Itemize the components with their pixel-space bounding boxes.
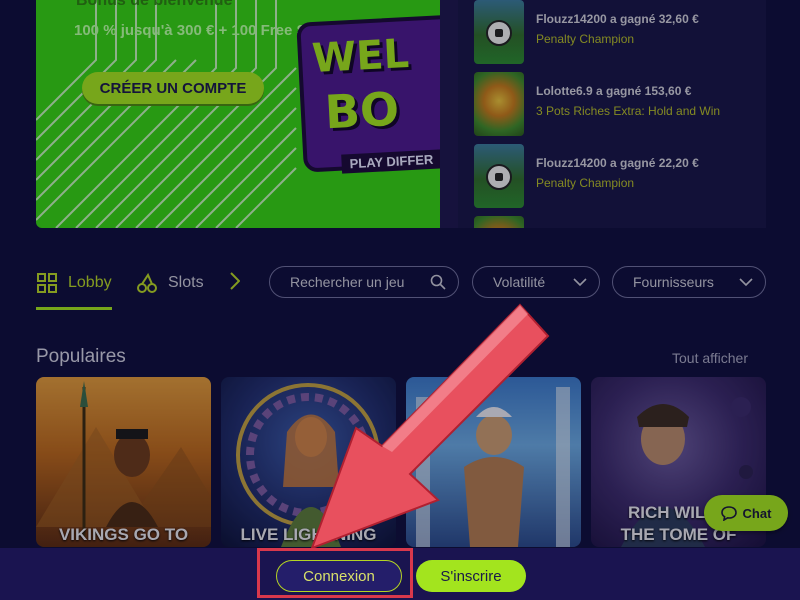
tab-slots[interactable]: Slots: [136, 268, 204, 298]
section-title-popular: Populaires: [36, 346, 126, 367]
lobby-grid-icon: [37, 273, 57, 293]
create-account-button[interactable]: CRÉER UN COMPTE: [82, 72, 264, 104]
see-all-link[interactable]: Tout afficher: [672, 350, 748, 366]
chat-button[interactable]: Chat: [704, 495, 788, 531]
tab-slots-label: Slots: [168, 274, 204, 291]
game-card-title: LIVE LIGHTNING: [240, 525, 377, 544]
game-thumbnail-pots: [474, 72, 524, 136]
game-card-live-lightning[interactable]: LIVE LIGHTNING: [221, 377, 396, 547]
game-artwork-roulette: [236, 383, 380, 547]
search-input[interactable]: Rechercher un jeu: [269, 266, 459, 298]
winner-item[interactable]: Flouzz14200 a gagné 22,20 € Penalty Cham…: [474, 144, 764, 208]
tab-lobby[interactable]: Lobby: [36, 268, 112, 298]
chat-label: Chat: [742, 505, 772, 521]
volatility-label: Volatilité: [493, 274, 546, 290]
soccer-ball-icon: [486, 164, 512, 190]
chevron-down-icon: [573, 278, 587, 287]
artwork-text-1: WEL: [310, 30, 411, 82]
game-artwork-warrior: [416, 387, 570, 547]
promo-edge: [440, 0, 458, 228]
game-card-greek-god[interactable]: [406, 377, 581, 547]
winner-game-link[interactable]: 3 Pots Riches Extra: Hold and Win: [536, 104, 720, 118]
winner-item[interactable]: Flouzz14200 a gagné 32,60 € Penalty Cham…: [474, 0, 764, 64]
login-highlight-box: [257, 548, 413, 598]
active-tab-indicator: [36, 307, 112, 310]
winner-text: Flouzz14200 a gagné 22,20 €: [536, 156, 699, 170]
search-icon: [430, 274, 446, 290]
promo-banner[interactable]: Bonus de bienvenue 100 % jusqu'à 300 € +…: [36, 0, 458, 228]
volatility-dropdown[interactable]: Volatilité: [472, 266, 600, 298]
game-artwork-egypt: [36, 381, 211, 537]
game-thumbnail-partial: [474, 216, 524, 228]
winner-text: Lolotte6.9 a gagné 153,60 €: [536, 84, 692, 98]
game-thumbnail-soccer: [474, 144, 524, 208]
winner-text: Flouzz14200 a gagné 32,60 €: [536, 12, 699, 26]
winner-item-partial[interactable]: [474, 216, 764, 228]
soccer-ball-icon: [486, 20, 512, 46]
signup-button[interactable]: S'inscrire: [416, 560, 526, 592]
chat-bubble-icon: [720, 506, 737, 521]
artwork-text-2: BO: [323, 81, 401, 140]
chevron-down-icon: [739, 278, 753, 287]
nav-scroll-right-icon[interactable]: [230, 272, 240, 290]
winner-game-link[interactable]: Penalty Champion: [536, 32, 634, 46]
recent-winners-feed: Flouzz14200 a gagné 32,60 € Penalty Cham…: [458, 0, 766, 228]
game-thumbnail-soccer: [474, 0, 524, 64]
tab-lobby-label: Lobby: [68, 274, 112, 291]
winner-game-link[interactable]: Penalty Champion: [536, 176, 634, 190]
winner-item[interactable]: Lolotte6.9 a gagné 153,60 € 3 Pots Riche…: [474, 72, 764, 136]
game-card-title: VIKINGS GO TO: [58, 525, 189, 544]
cherry-icon: [137, 272, 157, 293]
promo-title: Bonus de bienvenue: [76, 0, 233, 9]
providers-label: Fournisseurs: [633, 274, 714, 290]
search-placeholder: Rechercher un jeu: [290, 274, 405, 290]
welcome-bonus-artwork: WEL BO PLAY DIFFER: [296, 13, 458, 174]
game-card-vikings[interactable]: VIKINGS GO TO: [36, 377, 211, 547]
providers-dropdown[interactable]: Fournisseurs: [612, 266, 766, 298]
